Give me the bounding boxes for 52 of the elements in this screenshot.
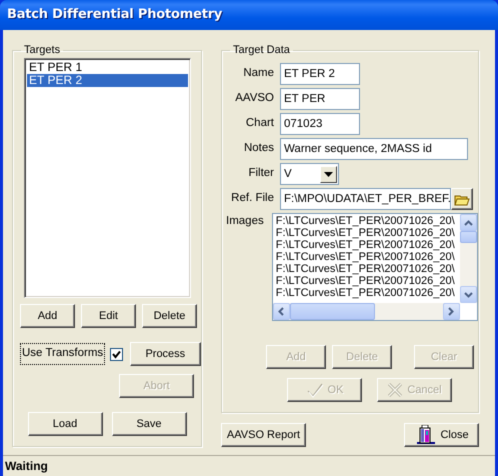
horizontal-scrollbar[interactable] bbox=[272, 303, 460, 320]
report-button[interactable]: AAVSO Report bbox=[221, 423, 306, 447]
list-item[interactable]: ET PER 2 bbox=[27, 74, 188, 87]
window-title: Batch Differential Photometry bbox=[7, 6, 222, 24]
list-item[interactable]: F:\LTCurves\ET_PER\20071026_20\ bbox=[276, 251, 460, 263]
list-item[interactable]: ET PER 1 bbox=[27, 61, 188, 74]
text-field[interactable]: Warner sequence, 2MASS id bbox=[280, 138, 468, 160]
cross-icon bbox=[387, 382, 404, 398]
text-field[interactable]: F:\MPO\UDATA\ET_PER_BREF. bbox=[280, 188, 451, 210]
list-item[interactable]: F:\LTCurves\ET_PER\20071026_20\ bbox=[276, 239, 460, 251]
text-field[interactable]: ET PER 2 bbox=[280, 63, 360, 85]
scroll-right-icon bbox=[448, 307, 454, 316]
scroll-thumb[interactable] bbox=[460, 231, 477, 243]
list-item[interactable]: F:\LTCurves\ET_PER\20071026_20\ bbox=[276, 287, 460, 299]
field-label: Filter bbox=[247, 166, 274, 182]
scroll-down-icon bbox=[464, 292, 473, 298]
filter-dropdown[interactable]: V bbox=[280, 163, 339, 185]
list-item[interactable]: F:\LTCurves\ET_PER\20071026_20\ bbox=[276, 263, 460, 275]
scroll-thumb[interactable] bbox=[290, 303, 375, 320]
process-button[interactable]: Process bbox=[130, 342, 201, 366]
targets-list[interactable]: ET PER 1 ET PER 2 bbox=[24, 58, 191, 298]
scroll-left-icon bbox=[278, 307, 284, 316]
close-button[interactable]: Close bbox=[404, 423, 479, 447]
field-label: Ref. File bbox=[230, 191, 274, 206]
group-label: Targets bbox=[23, 44, 62, 56]
folder-icon bbox=[454, 192, 470, 206]
list-item[interactable]: F:\LTCurves\ET_PER\20071026_20\ bbox=[276, 275, 460, 287]
caret-icon bbox=[324, 172, 333, 176]
target-button[interactable]: Add bbox=[20, 304, 75, 328]
images-list[interactable] bbox=[272, 213, 478, 321]
list-item[interactable]: F:\LTCurves\ET_PER\20071026_20\ bbox=[276, 227, 460, 239]
browse-button[interactable] bbox=[451, 188, 473, 210]
vertical-scrollbar[interactable] bbox=[460, 214, 477, 303]
field-label: Images bbox=[226, 214, 264, 229]
target-button[interactable]: Delete bbox=[142, 304, 197, 328]
save-button[interactable]: Save bbox=[112, 412, 186, 436]
target-button[interactable]: Edit bbox=[81, 304, 136, 328]
text-field[interactable]: ET PER bbox=[280, 88, 360, 110]
load-button[interactable]: Load bbox=[28, 412, 102, 436]
group-label: Target Data bbox=[232, 44, 291, 56]
checkbox-label[interactable]: Use Transforms bbox=[20, 343, 106, 365]
list-item[interactable]: F:\LTCurves\ET_PER\20071026_20\ bbox=[276, 215, 460, 227]
text-field[interactable]: 071023 bbox=[280, 113, 360, 135]
field-label: Name bbox=[242, 66, 274, 82]
field-label: Notes bbox=[242, 141, 274, 156]
checkbox[interactable] bbox=[110, 348, 123, 360]
checkmark-icon bbox=[306, 382, 324, 398]
field-label: AAVSO bbox=[234, 91, 274, 106]
scroll-up-icon bbox=[464, 220, 473, 226]
door-icon bbox=[414, 425, 436, 445]
status-text: Waiting bbox=[5, 458, 48, 475]
field-label: Chart bbox=[244, 116, 274, 132]
